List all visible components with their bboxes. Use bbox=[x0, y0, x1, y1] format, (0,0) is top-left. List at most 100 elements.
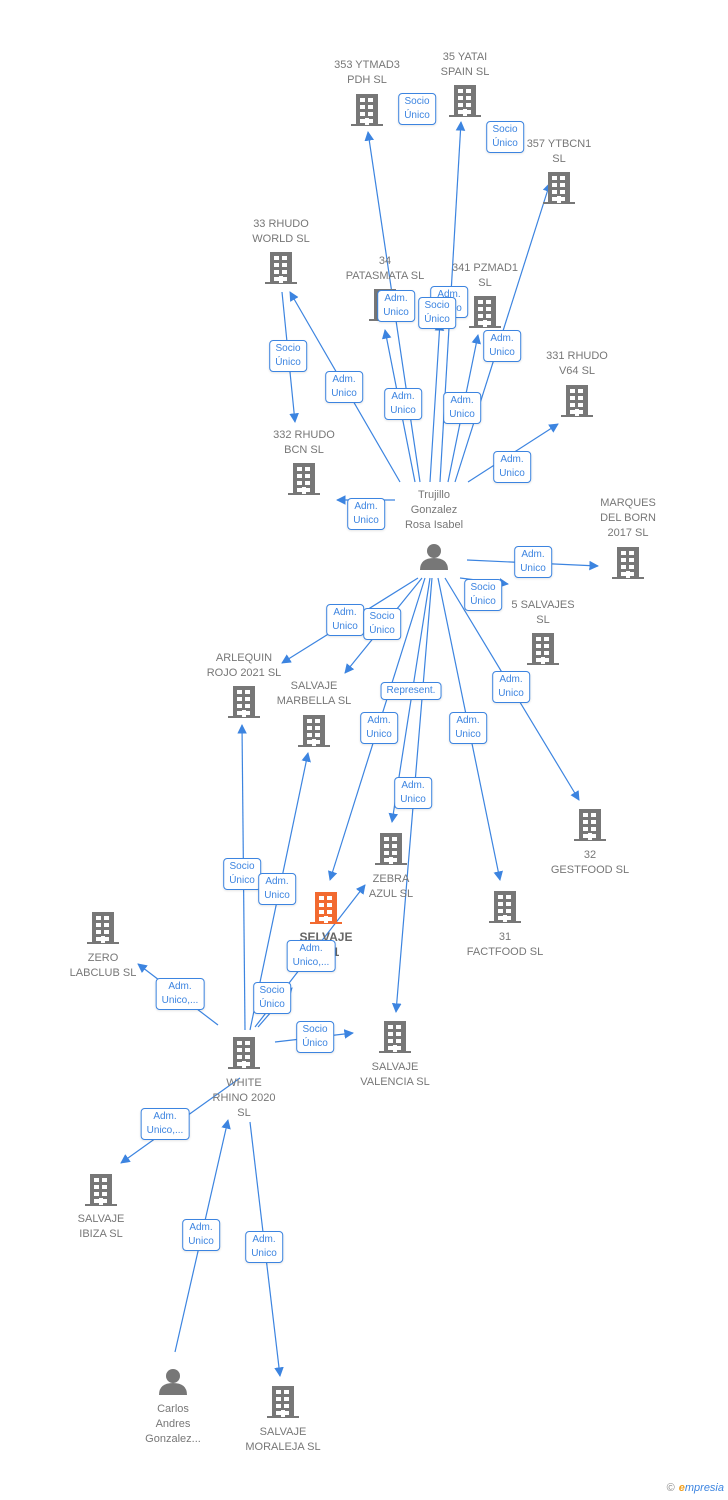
edge-label[interactable]: Adm. Unico bbox=[492, 671, 530, 703]
edge-label[interactable]: Adm. Unico bbox=[182, 1219, 220, 1251]
node-gestfood[interactable]: 32 GESTFOOD SL bbox=[551, 809, 629, 876]
edge-label-text: Unico bbox=[331, 388, 357, 399]
node-label: Carlos bbox=[157, 1403, 189, 1415]
node-label: MORALEJA SL bbox=[245, 1441, 320, 1453]
edge-label-text: Único bbox=[492, 138, 518, 149]
edge-label[interactable]: Adm. Unico bbox=[443, 392, 481, 424]
edge-label[interactable]: Adm. Unico,... bbox=[140, 1108, 190, 1140]
edge-label[interactable]: Socio Único bbox=[269, 340, 307, 372]
edge-label[interactable]: Socio Único bbox=[253, 982, 291, 1014]
edge-label-text: Unico,... bbox=[146, 1125, 184, 1136]
building-icon bbox=[298, 715, 330, 747]
edge-label[interactable]: Adm. Unico bbox=[258, 873, 296, 905]
building-icon bbox=[612, 547, 644, 579]
node-label: DEL BORN bbox=[600, 512, 656, 524]
edge-label[interactable]: Adm. Unico bbox=[360, 712, 398, 744]
node-label: BCN SL bbox=[284, 444, 324, 456]
edge-label[interactable]: Adm. Unico bbox=[245, 1231, 283, 1263]
edge-label-text: Unico,... bbox=[292, 957, 330, 968]
node-n353[interactable]: 353 YTMAD3 PDH SL bbox=[334, 59, 400, 126]
edge-label-text: Unico bbox=[449, 409, 475, 420]
building-icon bbox=[228, 1037, 260, 1069]
node-ibiza[interactable]: SALVAJE IBIZA SL bbox=[78, 1174, 125, 1240]
node-label: 331 RHUDO bbox=[546, 350, 608, 362]
edge-label[interactable]: Adm. Unico bbox=[347, 498, 385, 530]
edge-label-text: Adm. bbox=[153, 1111, 177, 1122]
edge-label[interactable]: Socio Único bbox=[223, 858, 261, 890]
edge-label[interactable]: Adm. Unico bbox=[483, 330, 521, 362]
edge-label-text: Unico bbox=[499, 468, 525, 479]
empresia-logo: empresia bbox=[678, 1482, 724, 1494]
building-icon bbox=[228, 686, 260, 718]
node-zero[interactable]: ZERO LABCLUB SL bbox=[70, 912, 137, 979]
node-label: SALVAJE bbox=[78, 1213, 125, 1225]
edge-label-text: Socio bbox=[492, 124, 518, 135]
node-label: PATASMATA SL bbox=[346, 270, 424, 282]
building-icon bbox=[469, 296, 501, 328]
edge-label-text: Unico bbox=[390, 405, 416, 416]
node-label: ZEBRA bbox=[373, 873, 410, 885]
node-salvajes5[interactable]: 5 SALVAJES SL bbox=[511, 599, 575, 665]
edge-label-text: Único bbox=[302, 1038, 328, 1049]
node-label: 34 bbox=[379, 255, 391, 267]
network-graph: 353 YTMAD3 PDH SL 35 YATAI SPAIN SL 357 YTBC… bbox=[70, 51, 656, 1453]
node-marbella[interactable]: SALVAJE MARBELLA SL bbox=[277, 680, 352, 747]
node-marques[interactable]: MARQUES DEL BORN 2017 SL bbox=[600, 497, 656, 579]
edge-label[interactable]: Adm. Unico,... bbox=[155, 978, 205, 1010]
node-label: AZUL SL bbox=[369, 888, 413, 900]
edge-label[interactable]: Adm. Unico bbox=[449, 712, 487, 744]
node-n331[interactable]: 331 RHUDO V64 SL bbox=[546, 350, 608, 417]
node-n357[interactable]: 357 YTBCN1 SL bbox=[527, 138, 592, 204]
edge-label[interactable]: Adm. Unico bbox=[326, 604, 364, 636]
edge-label-text: Adm. bbox=[332, 374, 356, 385]
node-n332[interactable]: 332 RHUDO BCN SL bbox=[273, 429, 335, 495]
node-label: 2017 SL bbox=[608, 527, 649, 539]
node-n33[interactable]: 33 RHUDO WORLD SL bbox=[252, 218, 310, 284]
building-icon bbox=[310, 892, 342, 924]
edge-label[interactable]: Socio Único bbox=[418, 297, 456, 329]
node-label: LABCLUB SL bbox=[70, 967, 137, 979]
person-icon bbox=[159, 1369, 187, 1395]
node-valencia[interactable]: SALVAJE VALENCIA SL bbox=[360, 1021, 430, 1088]
edge-label-text: Adm. bbox=[499, 674, 523, 685]
node-label: WHITE bbox=[226, 1077, 261, 1089]
node-factfood[interactable]: 31 FACTFOOD SL bbox=[467, 891, 543, 958]
node-label: 357 YTBCN1 bbox=[527, 138, 592, 150]
edge-label[interactable]: Socio Único bbox=[464, 579, 502, 611]
edge-label[interactable]: Socio Único bbox=[363, 608, 401, 640]
edge-label[interactable]: Represent. bbox=[380, 682, 442, 700]
node-trujillo[interactable]: Trujillo Gonzalez Rosa Isabel bbox=[405, 489, 463, 570]
edge-label-text: Unico bbox=[366, 729, 392, 740]
node-label: ROJO 2021 SL bbox=[207, 667, 282, 679]
edge-label[interactable]: Adm. Unico bbox=[377, 290, 415, 322]
node-whiterhino[interactable]: WHITE RHINO 2020 SL bbox=[213, 1037, 276, 1119]
edge-label[interactable]: Socio Único bbox=[296, 1021, 334, 1053]
building-icon bbox=[288, 463, 320, 495]
node-label: FACTFOOD SL bbox=[467, 946, 543, 958]
edge-label-text: Adm. bbox=[450, 395, 474, 406]
relationship-edge bbox=[429, 321, 445, 483]
edge-label[interactable]: Adm. Unico bbox=[394, 777, 432, 809]
node-carlos[interactable]: Carlos Andres Gonzalez... bbox=[145, 1369, 201, 1445]
edge-label[interactable]: Socio Único bbox=[486, 121, 524, 153]
edge-label-text: Unico bbox=[264, 890, 290, 901]
edge-label-text: Adm. bbox=[367, 715, 391, 726]
node-moraleja[interactable]: SALVAJE MORALEJA SL bbox=[245, 1386, 321, 1453]
edge-label[interactable]: Adm. Unico bbox=[493, 451, 531, 483]
building-icon bbox=[265, 252, 297, 284]
edge-label-text: Adm. bbox=[252, 1234, 276, 1245]
node-label: Rosa Isabel bbox=[405, 519, 463, 531]
building-icon bbox=[489, 891, 521, 923]
edge-label[interactable]: Socio Único bbox=[398, 93, 436, 125]
edge-label[interactable]: Adm. Unico,... bbox=[286, 940, 336, 972]
edge-label[interactable]: Adm. Unico bbox=[325, 371, 363, 403]
edge-label[interactable]: Adm. Unico bbox=[384, 388, 422, 420]
node-label: 32 bbox=[584, 849, 596, 861]
edge-label[interactable]: Adm. Unico bbox=[514, 546, 552, 578]
edge-label-text: Unico bbox=[251, 1248, 277, 1259]
node-n35[interactable]: 35 YATAI SPAIN SL bbox=[441, 51, 490, 117]
node-zebra[interactable]: ZEBRA AZUL SL bbox=[369, 833, 413, 900]
building-icon bbox=[87, 912, 119, 944]
building-icon bbox=[561, 385, 593, 417]
node-arlequin[interactable]: ARLEQUIN ROJO 2021 SL bbox=[207, 652, 282, 718]
